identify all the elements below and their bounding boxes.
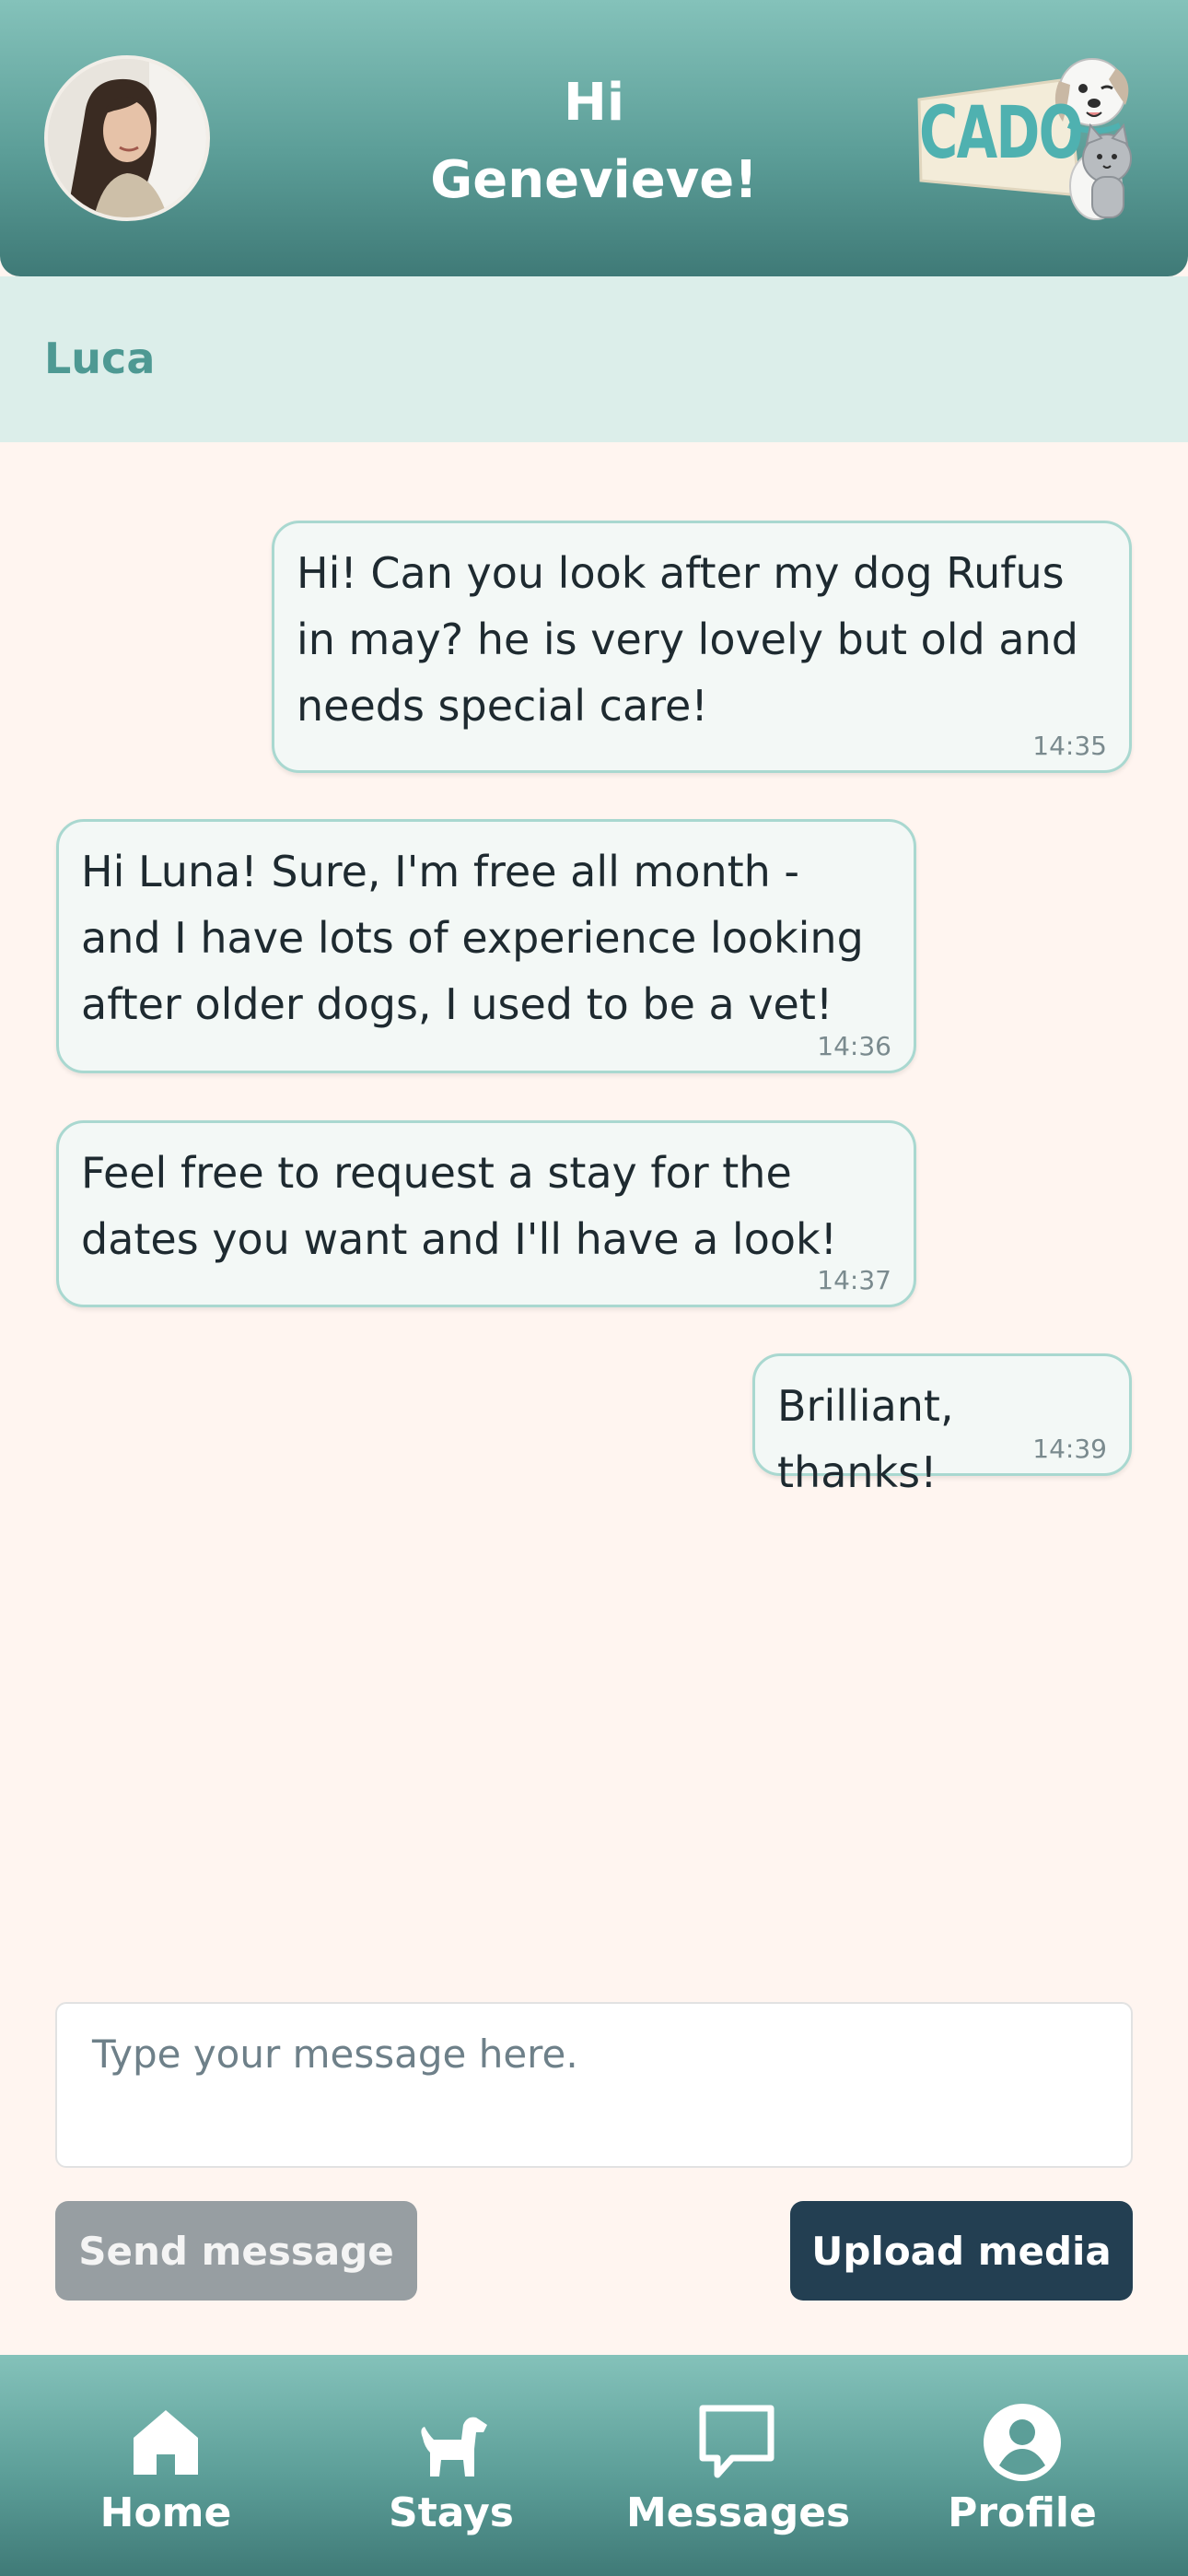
message-text: Feel free to request a stay for the date… (81, 1148, 838, 1264)
avatar-photo (48, 59, 206, 217)
nav-item-stays[interactable]: Stays (341, 2401, 562, 2536)
bottom-nav: Home Stays Messages Profile (0, 2355, 1188, 2576)
message-time: 14:39 (1032, 1434, 1107, 1464)
message-sent: Hi! Can you look after my dog Rufus in m… (272, 521, 1132, 773)
message-time: 14:36 (817, 1031, 891, 1061)
user-circle-icon (984, 2404, 1061, 2481)
nav-label: Stays (389, 2489, 514, 2536)
nav-item-messages[interactable]: Messages (626, 2401, 851, 2536)
app-header: Hi Genevieve! CADO (0, 0, 1188, 276)
chat-bubble-icon (699, 2405, 775, 2478)
message-sent: Brilliant, thanks! 14:39 (752, 1353, 1132, 1497)
nav-item-profile[interactable]: Profile (912, 2401, 1133, 2536)
message-text: Hi Luna! Sure, I'm free all month - and … (81, 847, 864, 1029)
message-received: Feel free to request a stay for the date… (56, 1120, 916, 1307)
nav-label: Profile (948, 2489, 1097, 2536)
logo-text: CADO (919, 92, 1084, 175)
send-message-button[interactable]: Send message (55, 2201, 417, 2301)
nav-item-home[interactable]: Home (55, 2401, 276, 2536)
message-input[interactable] (55, 2002, 1133, 2168)
message-text: Hi! Can you look after my dog Rufus in m… (297, 548, 1078, 731)
contact-name[interactable]: Luca (44, 334, 155, 383)
nav-label: Home (99, 2489, 232, 2536)
message-received: Hi Luna! Sure, I'm free all month - and … (56, 819, 916, 1073)
nav-label: Messages (626, 2489, 851, 2536)
avatar[interactable] (44, 55, 210, 221)
greeting-line-1: Hi (563, 73, 625, 133)
upload-media-button[interactable]: Upload media (790, 2201, 1133, 2301)
chat-contact-bar: Luca (0, 276, 1188, 442)
dog-icon (421, 2417, 487, 2476)
message-time: 14:35 (1032, 731, 1107, 761)
greeting-line-2: Genevieve! (430, 150, 758, 210)
message-time: 14:37 (817, 1265, 891, 1295)
home-icon (134, 2410, 198, 2475)
brand-logo[interactable]: CADO (912, 48, 1142, 223)
greeting-title: Hi Genevieve! (364, 64, 824, 219)
